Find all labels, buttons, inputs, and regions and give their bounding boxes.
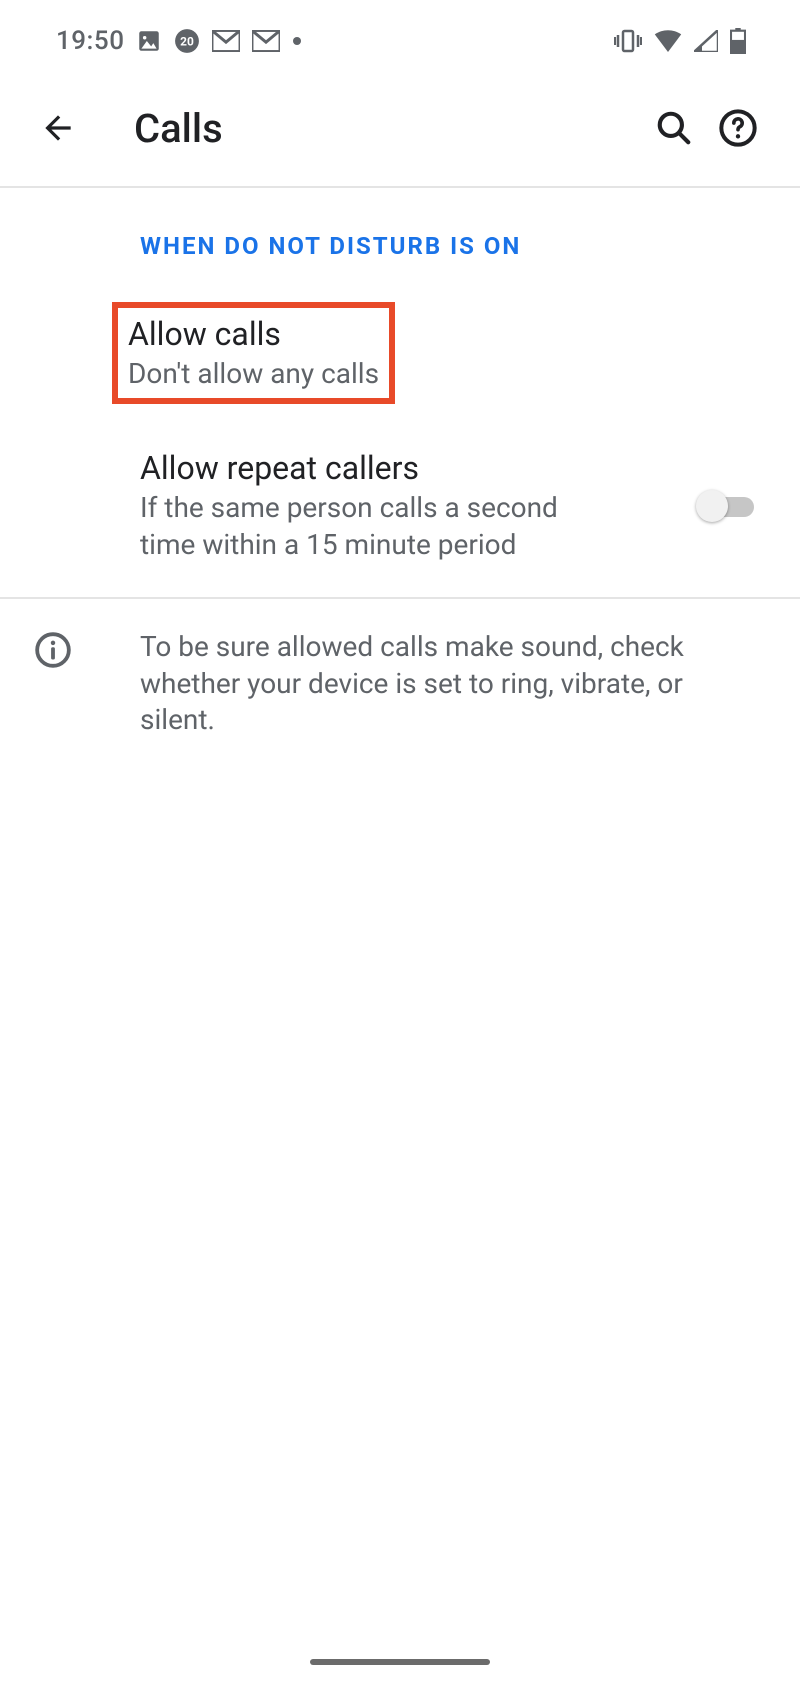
info-note-text: To be sure allowed calls make sound, che… [140, 629, 740, 738]
toggle-thumb [696, 490, 728, 522]
app-bar: Calls [0, 64, 800, 188]
content: WHEN DO NOT DISTURB IS ON Allow calls Do… [0, 188, 800, 768]
repeat-callers-title: Allow repeat callers [140, 448, 676, 488]
mail-icon [212, 30, 240, 52]
allow-calls-title: Allow calls [128, 314, 379, 354]
status-left: 19:50 20 [56, 26, 302, 56]
info-icon [34, 631, 74, 738]
search-icon [655, 109, 693, 147]
status-bar: 19:50 20 [0, 0, 800, 64]
image-icon [136, 28, 162, 54]
help-icon [718, 108, 758, 148]
repeat-callers-sub: If the same person calls a second time w… [140, 490, 560, 563]
section-header: WHEN DO NOT DISTURB IS ON [0, 232, 800, 260]
setting-allow-calls[interactable]: Allow calls Don't allow any calls [0, 260, 800, 404]
arrow-back-icon [39, 109, 77, 147]
svg-text:20: 20 [181, 34, 195, 48]
nav-handle[interactable] [310, 1659, 490, 1665]
vibrate-icon [614, 29, 642, 53]
clock: 19:50 [56, 26, 124, 56]
signal-icon [694, 30, 718, 52]
page-title: Calls [134, 105, 638, 152]
allow-calls-sub: Don't allow any calls [128, 356, 379, 392]
repeat-callers-toggle[interactable] [696, 488, 760, 524]
mail-icon [252, 30, 280, 52]
status-right [614, 28, 746, 54]
badge-icon: 20 [174, 28, 200, 54]
help-button[interactable] [710, 100, 766, 156]
back-button[interactable] [34, 104, 82, 152]
setting-repeat-callers[interactable]: Allow repeat callers If the same person … [0, 404, 800, 593]
repeat-callers-text: Allow repeat callers If the same person … [140, 448, 676, 563]
highlight-box: Allow calls Don't allow any calls [112, 302, 395, 404]
wifi-icon [654, 30, 682, 52]
battery-icon [730, 28, 746, 54]
dot-icon [292, 36, 302, 46]
search-button[interactable] [646, 100, 702, 156]
info-note: To be sure allowed calls make sound, che… [0, 599, 800, 768]
